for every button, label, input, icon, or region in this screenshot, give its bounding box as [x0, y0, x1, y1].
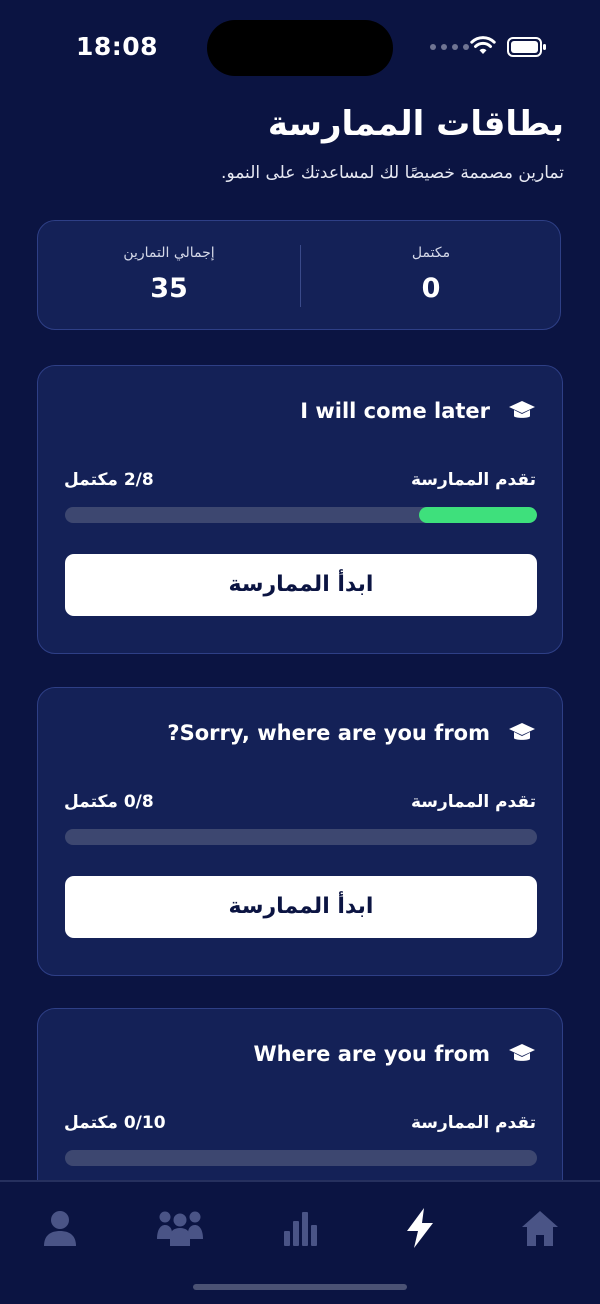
tab-community[interactable] [150, 1198, 210, 1258]
tab-home[interactable] [510, 1198, 570, 1258]
progress-label: تقدم الممارسة [410, 1113, 536, 1133]
progress-label: تقدم الممارسة [410, 470, 536, 490]
tab-stats[interactable] [270, 1198, 330, 1258]
completed-value: 0 [421, 273, 441, 304]
card-title: I will come later [300, 399, 490, 423]
progress-label: تقدم الممارسة [410, 792, 536, 812]
status-time: 18:08 [76, 32, 159, 61]
stats-panel: إجمالي التمارين 35 مكتمل 0 [37, 220, 561, 330]
total-exercises-value: 35 [150, 273, 188, 304]
dynamic-island [207, 20, 393, 76]
battery-icon [507, 37, 547, 61]
start-practice-button[interactable]: ابدأ الممارسة [65, 876, 537, 938]
cellular-signal-icon [430, 44, 469, 50]
page-title: بطاقات الممارسة [267, 104, 564, 144]
profile-icon [44, 1211, 76, 1246]
progress-bar [65, 1150, 537, 1166]
wifi-icon [470, 36, 496, 60]
page-subtitle: تمارين مصممة خصيصًا لك لمساعدتك على النم… [221, 163, 564, 183]
progress-bar [65, 829, 537, 845]
home-indicator [193, 1284, 407, 1290]
completed-label: مكتمل [411, 245, 451, 261]
progress-bar [65, 507, 537, 523]
tab-profile[interactable] [30, 1198, 90, 1258]
graduation-cap-icon [508, 721, 536, 749]
progress-count: 2/8 مكتمل [64, 470, 154, 490]
graduation-cap-icon [508, 399, 536, 427]
completed-stat: مكتمل 0 [300, 245, 562, 304]
home-icon [522, 1211, 558, 1246]
practice-card: I will come later تقدم الممارسة 2/8 مكتم… [37, 365, 563, 654]
stats-icon [284, 1212, 317, 1246]
progress-count: 0/8 مكتمل [64, 792, 154, 812]
progress-fill [419, 507, 537, 523]
progress-count: 0/10 مكتمل [64, 1113, 166, 1133]
graduation-cap-icon [508, 1042, 536, 1070]
card-title: Sorry, where are you from? [167, 721, 490, 745]
practice-card: Sorry, where are you from? تقدم الممارسة… [37, 687, 563, 976]
community-icon [157, 1211, 203, 1246]
lightning-icon [407, 1208, 433, 1248]
total-exercises-label: إجمالي التمارين [123, 245, 215, 261]
tab-practice[interactable] [390, 1198, 450, 1258]
total-exercises-stat: إجمالي التمارين 35 [38, 245, 300, 304]
start-practice-button[interactable]: ابدأ الممارسة [65, 554, 537, 616]
card-title: Where are you from [253, 1042, 490, 1066]
